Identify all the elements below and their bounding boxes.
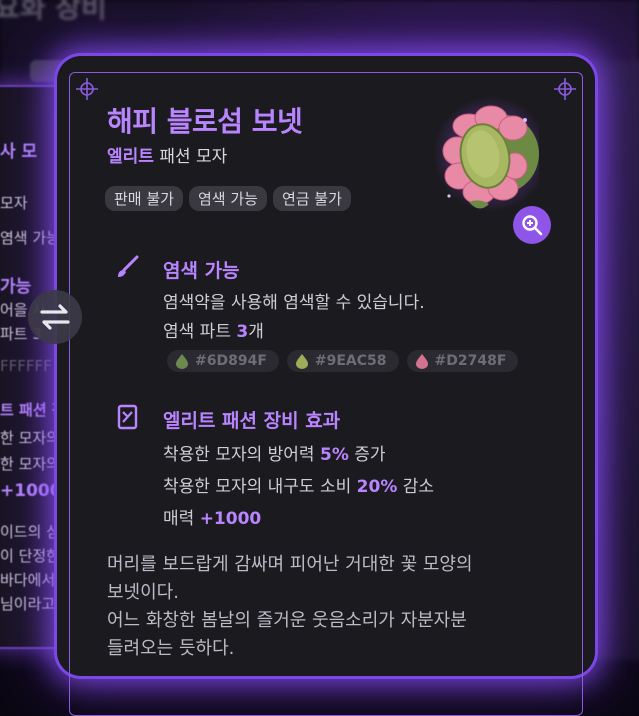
item-subtitle: 엘리트 패션 모자 xyxy=(107,142,227,167)
item-name: 해피 블로섬 보넷 xyxy=(107,105,303,138)
dye-parts: 염색 파트 3개 xyxy=(163,317,264,342)
tag-dyeable: 염색 가능 xyxy=(188,186,267,211)
item-description-line: 보넷이다. xyxy=(107,582,179,603)
tag-not-sellable: 판매 불가 xyxy=(105,186,183,211)
corner-ornament-icon xyxy=(76,78,98,100)
effect-value: +1000 xyxy=(199,509,262,529)
item-description-line: 들려오는 듯하다. xyxy=(107,638,235,659)
bg-line: 이 단정한 xyxy=(0,547,60,565)
background-right-panel xyxy=(589,60,639,660)
bg-line: 님이라고 xyxy=(0,595,56,613)
bg-line: 모자 xyxy=(0,194,28,212)
effect-text: 감소 xyxy=(397,477,435,497)
bg-line: 트 패션 장 xyxy=(0,401,66,419)
bg-line: 바다에서 xyxy=(0,571,56,589)
item-category: 패션 모자 xyxy=(159,147,228,167)
effect-text: 착용한 모자의 방어력 xyxy=(163,445,320,465)
dye-color-code: #6D894F xyxy=(195,353,267,369)
bg-line: 사 모 xyxy=(0,142,38,162)
zoom-button[interactable] xyxy=(513,206,551,244)
elite-card-icon xyxy=(117,404,138,430)
item-tags: 판매 불가 염색 가능 연금 불가 xyxy=(105,186,351,211)
dye-parts-label: 염색 파트 xyxy=(163,322,237,342)
effect-line-defense: 착용한 모자의 방어력 5% 증가 xyxy=(163,440,386,465)
item-image xyxy=(433,96,539,212)
swap-compare-button[interactable] xyxy=(28,290,82,344)
corner-ornament-icon xyxy=(554,78,576,100)
bg-line: 가능 xyxy=(0,277,32,297)
swap-icon xyxy=(40,304,70,330)
effect-value: 5% xyxy=(319,445,349,465)
item-description-line: 어느 화창한 봄날의 즐거운 웃음소리가 자분자분 xyxy=(107,610,467,631)
dye-color-code: #D2748F xyxy=(434,353,507,369)
bg-line: 한 모자의 xyxy=(0,455,60,473)
dye-title: 염색 가능 xyxy=(163,260,240,282)
effect-text: 매력 xyxy=(163,509,200,529)
effect-line-durability: 착용한 모자의 내구도 소비 20% 감소 xyxy=(163,472,434,497)
dye-color-code: #9EAC58 xyxy=(314,353,387,369)
item-tooltip-card: 해피 블로섬 보넷 엘리트 패션 모자 판매 불가 염색 가능 연금 불가 염색… xyxy=(57,56,595,716)
zoom-in-icon xyxy=(522,215,543,236)
dye-parts-unit: 개 xyxy=(248,322,264,342)
dye-color-list: #6D894F #9EAC58 #D2748F xyxy=(167,350,519,372)
dye-drop-icon xyxy=(176,354,188,369)
bg-line: 이드의 심 xyxy=(0,523,60,541)
item-description-line: 머리를 보드랍게 감싸며 피어난 거대한 꽃 모양의 xyxy=(107,554,473,575)
dye-brush-icon xyxy=(118,255,139,277)
tag-no-alchemy: 연금 불가 xyxy=(272,186,351,211)
bg-line: FFFFFF xyxy=(0,357,52,375)
bg-line: 한 모자의 xyxy=(0,429,60,447)
dye-drop-icon xyxy=(415,354,428,369)
effect-text: 증가 xyxy=(348,445,386,465)
dye-drop-icon xyxy=(295,354,308,369)
dye-color-swatch: #D2748F xyxy=(406,350,519,372)
effect-text: 착용한 모자의 내구도 소비 xyxy=(163,477,357,497)
dye-parts-count: 3 xyxy=(236,322,249,342)
background-title: 요화 장비 xyxy=(0,0,107,24)
effect-line-charm: 매력 +1000 xyxy=(163,504,261,529)
effect-title: 엘리트 패션 장비 효과 xyxy=(163,410,341,432)
dye-color-swatch: #6D894F xyxy=(167,350,279,372)
dye-color-swatch: #9EAC58 xyxy=(286,350,399,372)
bg-line: +1000 xyxy=(0,481,62,501)
bg-line: 염색 가능 xyxy=(0,229,60,247)
item-grade: 엘리트 xyxy=(107,147,154,167)
effect-value: 20% xyxy=(356,477,398,497)
dye-description: 염색약을 사용해 염색할 수 있습니다. xyxy=(163,293,425,313)
